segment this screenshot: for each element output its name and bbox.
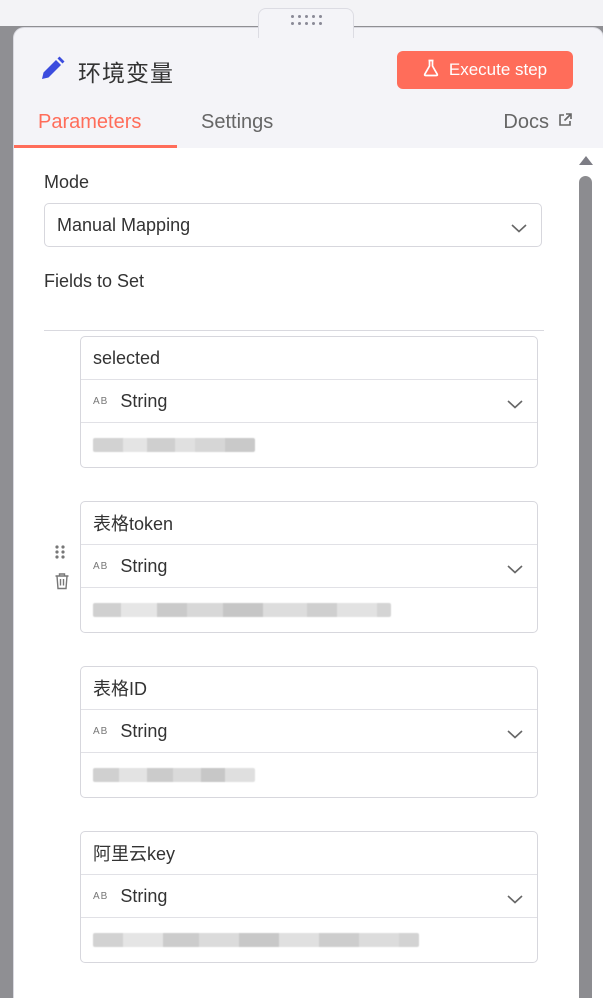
field-name-input[interactable]: 阿里云key	[81, 832, 537, 875]
field-type-select[interactable]: AB String	[81, 380, 537, 423]
redacted-value	[93, 603, 391, 617]
mode-value: Manual Mapping	[57, 214, 191, 235]
execute-step-label: Execute step	[448, 60, 548, 79]
field-name-input[interactable]: 表格token	[81, 502, 537, 545]
redacted-value	[93, 933, 419, 947]
chevron-down-icon	[507, 559, 523, 580]
field-assignment: 表格token AB String	[80, 501, 538, 633]
scroll-up-arrow-icon[interactable]	[579, 156, 593, 165]
field-type-value: String	[120, 390, 168, 411]
field-type-select[interactable]: AB String	[81, 545, 537, 588]
execute-step-button[interactable]: Execute step	[397, 51, 573, 89]
string-type-icon: AB	[93, 395, 109, 407]
scrollbar-thumb[interactable]	[579, 176, 592, 998]
field-type-value: String	[120, 720, 168, 741]
mode-label: Mode	[44, 172, 90, 192]
chevron-down-icon	[507, 889, 523, 910]
pencil-icon[interactable]	[38, 55, 66, 88]
title-area: 环境变量	[38, 54, 174, 88]
string-type-icon: AB	[93, 560, 109, 572]
docs-link[interactable]: Docs	[503, 111, 573, 134]
flask-icon	[423, 59, 439, 82]
field-assignment: 阿里云key AB String	[80, 831, 538, 963]
parameters-content: Mode Manual Mapping Fields to Set select…	[14, 148, 576, 998]
field-name-input[interactable]: 表格ID	[81, 667, 537, 710]
fields-to-set-label: Fields to Set	[44, 271, 145, 291]
chevron-down-icon	[507, 724, 523, 745]
field-value-input[interactable]	[81, 753, 537, 797]
string-type-icon: AB	[93, 725, 109, 737]
chevron-down-icon	[507, 394, 523, 415]
field-value-input[interactable]	[81, 918, 537, 962]
field-value-input[interactable]	[81, 588, 537, 632]
field-type-value: String	[120, 555, 168, 576]
field-assignment: selected AB String	[80, 336, 538, 468]
field-name-input[interactable]: selected	[81, 337, 537, 380]
page-title[interactable]: 环境变量	[78, 54, 174, 88]
external-link-icon	[557, 111, 573, 134]
field-type-select[interactable]: AB String	[81, 710, 537, 753]
field-type-value: String	[120, 885, 168, 906]
chevron-down-icon	[511, 218, 527, 239]
tab-settings[interactable]: Settings	[201, 111, 273, 134]
redacted-value	[93, 438, 255, 452]
docs-label: Docs	[503, 111, 549, 133]
drag-dots-icon	[290, 15, 322, 25]
panel-header: 环境变量 Execute step Parameters Settings Do…	[14, 28, 603, 148]
node-panel: 环境变量 Execute step Parameters Settings Do…	[14, 28, 603, 998]
tab-parameters[interactable]: Parameters	[38, 111, 141, 134]
field-type-select[interactable]: AB String	[81, 875, 537, 918]
trash-icon[interactable]	[54, 572, 70, 595]
field-value-input[interactable]	[81, 423, 537, 467]
drag-handle[interactable]	[258, 8, 354, 38]
tab-bar: Parameters Settings Docs	[14, 108, 603, 148]
field-assignment: 表格ID AB String	[80, 666, 538, 798]
redacted-value	[93, 768, 255, 782]
string-type-icon: AB	[93, 890, 109, 902]
drag-field-icon[interactable]	[54, 544, 66, 565]
mode-select[interactable]: Manual Mapping	[44, 203, 542, 247]
section-divider	[44, 330, 544, 331]
